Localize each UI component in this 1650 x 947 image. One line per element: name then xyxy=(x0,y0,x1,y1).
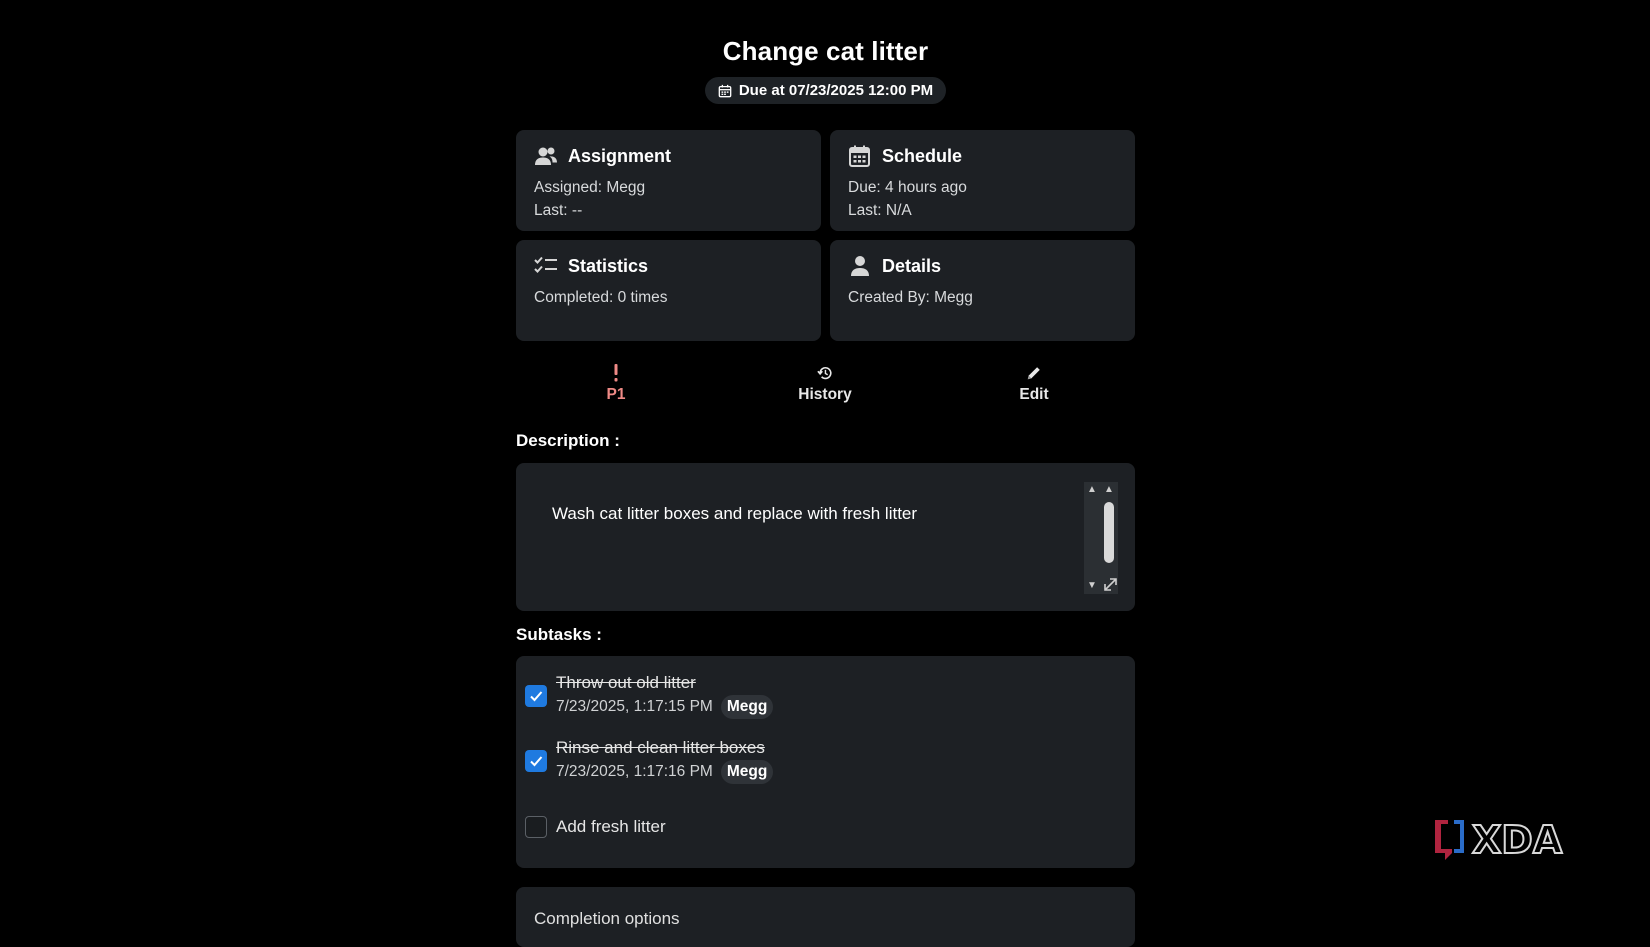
subtasks-label: Subtasks : xyxy=(516,625,602,644)
subtask-user-badge: Megg xyxy=(720,695,774,719)
scroll-up-icon[interactable]: ▲ xyxy=(1087,485,1097,495)
schedule-due: Due: 4 hours ago xyxy=(848,179,967,196)
assignment-last: Last: -- xyxy=(534,202,583,219)
subtask-checkbox[interactable] xyxy=(525,816,547,838)
edit-button[interactable]: Edit xyxy=(974,364,1094,404)
scroll-down-icon[interactable]: ▼ xyxy=(1087,581,1097,591)
details-title: Details xyxy=(882,255,942,276)
subtask-date: 7/23/2025, 1:17:16 PM xyxy=(556,763,713,780)
subtask-item: Throw out old litter 7/23/2025, 1:17:15 … xyxy=(525,672,774,719)
subtask-user-badge: Megg xyxy=(720,760,774,784)
calendar-icon xyxy=(718,84,732,97)
assignment-title: Assignment xyxy=(568,145,672,166)
calendar-icon xyxy=(849,145,870,167)
subtask-title: Rinse and clean litter boxes xyxy=(556,738,765,757)
subtask-title: Throw out old litter xyxy=(556,673,696,692)
statistics-card: Statistics Completed: 0 times xyxy=(516,240,821,341)
history-label: History xyxy=(798,386,852,403)
resize-handle-icon[interactable] xyxy=(1103,577,1118,592)
completion-options[interactable]: Completion options xyxy=(516,887,1135,947)
subtask-date: 7/23/2025, 1:17:15 PM xyxy=(556,698,713,715)
priority-label: P1 xyxy=(606,386,626,403)
completed-count: Completed: 0 times xyxy=(534,289,668,306)
description-text: Wash cat litter boxes and replace with f… xyxy=(552,504,918,523)
priority-button[interactable]: P1 xyxy=(556,364,676,404)
schedule-card: Schedule Due: 4 hours ago Last: N/A xyxy=(830,130,1135,231)
history-button[interactable]: History xyxy=(765,364,885,404)
scroll-up-icon[interactable]: ▲ xyxy=(1104,485,1114,495)
checkmark-icon xyxy=(530,691,543,702)
due-label: Due at 07/23/2025 12:00 PM xyxy=(738,82,934,99)
person-icon xyxy=(851,256,869,276)
description-textarea[interactable]: Wash cat litter boxes and replace with f… xyxy=(516,463,1135,611)
users-icon xyxy=(535,147,557,165)
subtask-title: Add fresh litter xyxy=(556,817,666,836)
history-icon xyxy=(817,367,832,380)
xda-logo: XDA xyxy=(1435,817,1564,863)
description-scrollbar[interactable]: ▲ ▲ ▼ xyxy=(1084,482,1118,594)
subtask-checkbox[interactable] xyxy=(525,685,547,707)
statistics-title: Statistics xyxy=(568,255,649,276)
scrollbar-thumb[interactable] xyxy=(1104,502,1114,563)
checkmark-icon xyxy=(530,756,543,767)
schedule-title: Schedule xyxy=(882,145,963,166)
pencil-icon xyxy=(1027,367,1040,380)
assigned-to: Assigned: Megg xyxy=(534,179,646,196)
schedule-last: Last: N/A xyxy=(848,202,912,219)
subtasks-list: Throw out old litter 7/23/2025, 1:17:15 … xyxy=(516,656,1135,868)
checklist-icon xyxy=(534,256,557,273)
task-title: Change cat litter xyxy=(722,36,929,66)
due-badge: Due at 07/23/2025 12:00 PM xyxy=(705,77,946,104)
subtask-item: Rinse and clean litter boxes 7/23/2025, … xyxy=(525,737,774,784)
description-label: Description : xyxy=(516,431,620,450)
xda-wordmark: XDA xyxy=(1472,818,1563,862)
subtask-checkbox[interactable] xyxy=(525,750,547,772)
details-card: Details Created By: Megg xyxy=(830,240,1135,341)
edit-label: Edit xyxy=(1019,386,1049,403)
subtask-item: Add fresh litter xyxy=(525,816,666,838)
created-by: Created By: Megg xyxy=(848,289,973,306)
exclamation-icon xyxy=(614,364,618,382)
completion-options-label: Completion options xyxy=(534,909,680,928)
action-bar: P1 History Edit xyxy=(516,364,1135,412)
assignment-card: Assignment Assigned: Megg Last: -- xyxy=(516,130,821,231)
